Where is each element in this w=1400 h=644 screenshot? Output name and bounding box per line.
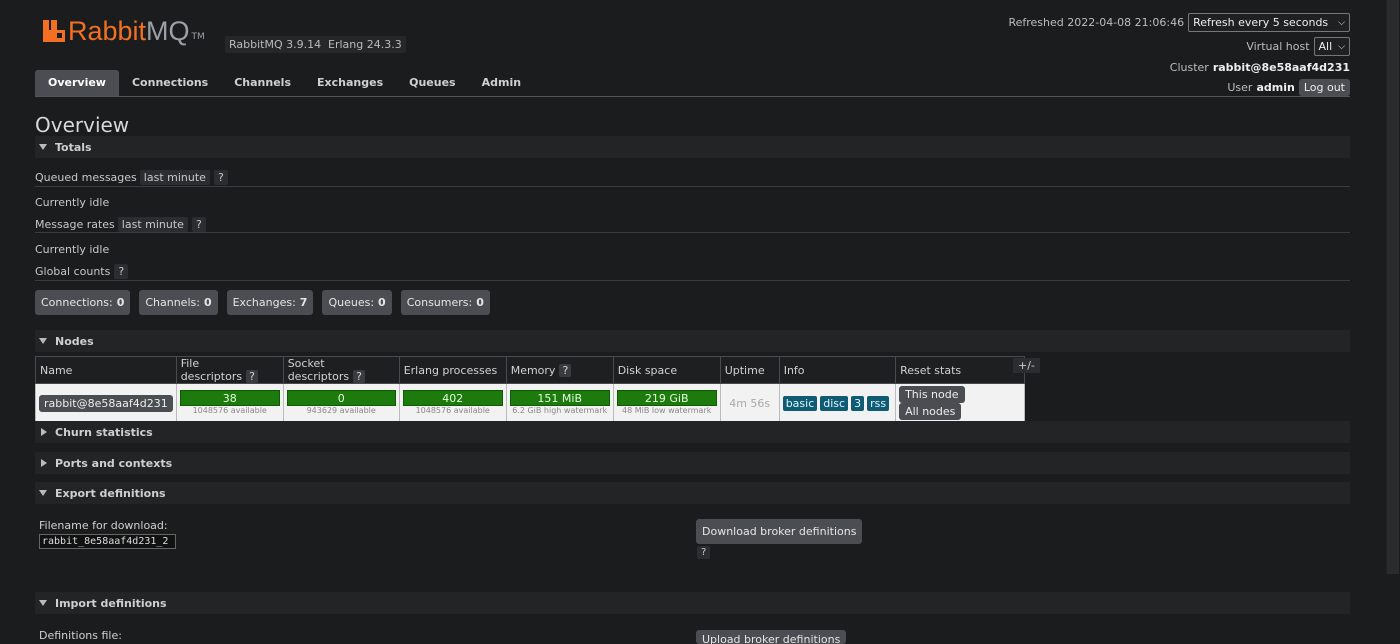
rates-range-chip[interactable]: last minute	[117, 217, 188, 232]
table-row: rabbit@8e58aaf4d231 38 1048576 available…	[35, 383, 1026, 423]
erlang-version: Erlang 24.3.3	[324, 36, 406, 53]
help-icon[interactable]: ?	[191, 217, 206, 232]
triangle-right-icon	[41, 428, 47, 436]
scrollbar-track[interactable]	[1384, 0, 1400, 644]
triangle-down-icon	[39, 144, 47, 150]
info-tag-disc: disc	[820, 395, 849, 411]
info-tag-rss: rss	[867, 395, 890, 411]
triangle-down-icon	[39, 490, 47, 496]
filename-label: Filename for download:	[39, 519, 168, 532]
reset-all-nodes-button[interactable]: All nodes	[899, 403, 962, 420]
import-section-toggle[interactable]: Import definitions	[35, 592, 1350, 614]
help-icon[interactable]: ?	[559, 363, 572, 377]
help-icon[interactable]: ?	[213, 170, 228, 185]
currently-idle-2: Currently idle	[35, 243, 110, 256]
refreshed-timestamp: Refreshed 2022-04-08 21:06:46	[1008, 16, 1185, 29]
consumers-count-button[interactable]: Consumers: 0	[400, 290, 490, 315]
main-tabs: Overview Connections Channels Exchanges …	[35, 70, 1350, 97]
col-name: Name	[35, 356, 177, 384]
help-icon[interactable]: ?	[246, 370, 258, 383]
disk-space-bar: 219 GiB	[616, 390, 717, 406]
global-counts: Connections: 0 Channels: 0 Exchanges: 7 Que…	[35, 290, 499, 315]
refresh-interval-select[interactable]: Refresh every 5 seconds ⌵	[1188, 13, 1350, 32]
col-erlang-processes: Erlang processes	[398, 356, 507, 384]
memory-bar: 151 MiB	[509, 390, 610, 406]
ports-section-toggle[interactable]: Ports and contexts	[35, 452, 1350, 474]
churn-section-toggle[interactable]: Churn statistics	[35, 421, 1350, 443]
rabbitmq-version: RabbitMQ 3.9.14	[225, 36, 326, 53]
export-section-toggle[interactable]: Export definitions	[35, 482, 1350, 504]
file-descriptors-bar: 38	[179, 390, 280, 406]
col-file-descriptors: File descriptors?	[175, 356, 284, 384]
queues-count-button[interactable]: Queues: 0	[322, 290, 392, 315]
connections-count-button[interactable]: Connections: 0	[35, 290, 131, 315]
help-icon[interactable]: ?	[114, 264, 129, 279]
memory-watermark: 6.2 GiB high watermark	[512, 406, 608, 415]
tab-exchanges[interactable]: Exchanges	[304, 70, 396, 96]
tab-admin[interactable]: Admin	[469, 70, 534, 96]
col-reset-stats: Reset stats	[895, 356, 1026, 384]
reset-this-node-button[interactable]: This node	[899, 386, 965, 403]
tab-channels[interactable]: Channels	[221, 70, 304, 96]
exchanges-count-button[interactable]: Exchanges: 7	[226, 290, 314, 315]
tab-overview[interactable]: Overview	[35, 70, 119, 96]
download-definitions-button[interactable]: Download broker definitions	[696, 519, 863, 544]
column-toggle-button[interactable]: +/-	[1013, 358, 1040, 373]
info-tag-basic: basic	[782, 395, 818, 411]
page-title: Overview	[35, 113, 130, 137]
tab-connections[interactable]: Connections	[119, 70, 221, 96]
info-tag-count: 3	[851, 395, 865, 411]
nodes-table: Name File descriptors? Socket descriptor…	[35, 356, 1026, 423]
col-socket-descriptors: Socket descriptors?	[282, 356, 400, 384]
rabbitmq-logo[interactable]: RabbitMQ TM	[43, 18, 205, 45]
virtual-host-label: Virtual host	[1246, 40, 1310, 53]
help-icon[interactable]: ?	[353, 370, 365, 383]
triangle-right-icon	[41, 459, 47, 467]
col-disk-space: Disk space	[612, 356, 721, 384]
col-memory: Memory?	[505, 356, 614, 384]
erlang-processes-available: 1048576 available	[415, 406, 490, 415]
tab-queues[interactable]: Queues	[396, 70, 468, 96]
scrollbar-thumb[interactable]	[1386, 0, 1399, 574]
global-counts-row: Global counts ?	[35, 264, 129, 279]
definitions-file-label: Definitions file:	[39, 629, 122, 642]
totals-section-toggle[interactable]: Totals	[35, 136, 1350, 158]
logo-tm: TM	[191, 32, 205, 42]
upload-definitions-button[interactable]: Upload broker definitions	[696, 630, 847, 644]
col-uptime: Uptime	[719, 356, 780, 384]
triangle-down-icon	[39, 600, 47, 606]
chevron-down-icon: ⌵	[1338, 17, 1345, 28]
socket-descriptors-available: 943629 available	[306, 406, 376, 415]
filename-input[interactable]: rabbit_8e58aaf4d231_2	[39, 534, 176, 549]
virtual-host-select[interactable]: All ⌵	[1313, 37, 1350, 56]
message-rates-row: Message rates last minute ?	[35, 217, 206, 232]
channels-count-button[interactable]: Channels: 0	[139, 290, 218, 315]
uptime-value: 4m 56s	[729, 396, 771, 410]
disk-space-watermark: 48 MiB low watermark	[622, 406, 712, 415]
socket-descriptors-bar: 0	[286, 390, 396, 406]
queued-range-chip[interactable]: last minute	[139, 170, 210, 185]
nodes-section-toggle[interactable]: Nodes	[35, 330, 1350, 352]
logo-text-rabbit: Rabbit	[68, 16, 147, 46]
chevron-down-icon: ⌵	[1338, 41, 1345, 52]
help-icon[interactable]: ?	[697, 546, 711, 559]
col-info: Info	[778, 356, 897, 384]
triangle-down-icon	[39, 338, 47, 344]
rabbit-logo-icon	[43, 20, 65, 42]
node-name-link[interactable]: rabbit@8e58aaf4d231	[39, 394, 173, 412]
file-descriptors-available: 1048576 available	[192, 406, 267, 415]
queued-messages-row: Queued messages last minute ?	[35, 170, 228, 185]
erlang-processes-bar: 402	[402, 390, 503, 406]
currently-idle-1: Currently idle	[35, 196, 110, 209]
logo-text-mq: MQ	[146, 16, 190, 46]
